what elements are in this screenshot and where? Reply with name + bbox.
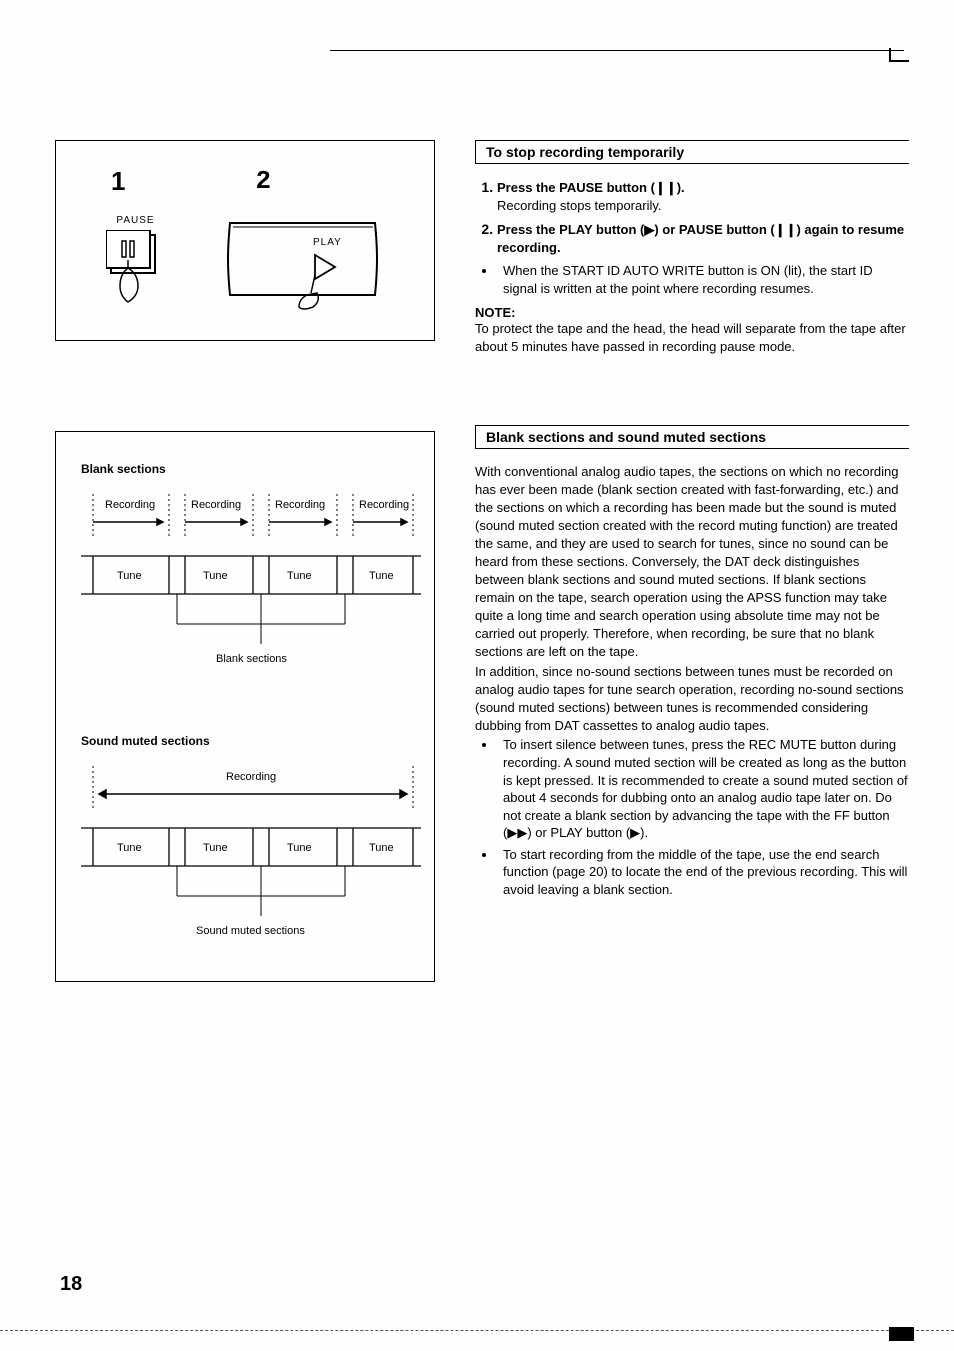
figure-pause-play: 1 2 PAUSE	[55, 140, 435, 341]
section2-heading: Blank sections and sound muted sections	[475, 425, 909, 449]
step2-bold: Press the PLAY button (▶) or PAUSE butto…	[497, 222, 904, 255]
diagram2-caption: Sound muted sections	[196, 925, 305, 937]
blank-sections-diagram: Recording Recording Recording Recording	[81, 494, 409, 684]
note-body: To protect the tape and the head, the he…	[475, 320, 909, 355]
svg-text:Recording: Recording	[359, 499, 409, 511]
figure-blank-muted-sections: Blank sections	[55, 431, 435, 982]
svg-text:Tune: Tune	[287, 570, 312, 582]
section1-heading: To stop recording temporarily	[475, 140, 909, 164]
sound-muted-diagram: Recording	[81, 766, 409, 956]
play-button-diagram: PLAY	[225, 215, 385, 310]
section2-bullet2: To start recording from the middle of th…	[497, 846, 909, 899]
note-heading: NOTE:	[475, 305, 909, 320]
rec-label: Recording	[105, 499, 155, 511]
play-icon: PLAY	[225, 215, 385, 310]
section2-bullet1: To insert silence between tunes, press t…	[497, 736, 909, 841]
diagram1-caption: Blank sections	[216, 653, 287, 665]
bottom-rule	[0, 1330, 954, 1331]
svg-text:Tune: Tune	[369, 842, 394, 854]
step-number-2: 2	[255, 166, 271, 197]
section2-bullets: To insert silence between tunes, press t…	[475, 736, 909, 898]
svg-text:Tune: Tune	[203, 570, 228, 582]
left-column: 1 2 PAUSE	[55, 140, 435, 1072]
svg-text:Recording: Recording	[275, 499, 325, 511]
svg-text:Recording: Recording	[226, 771, 276, 783]
two-column-layout: 1 2 PAUSE	[55, 140, 909, 1072]
crop-mark-icon	[889, 48, 909, 62]
svg-text:Tune: Tune	[117, 570, 142, 582]
diagram1-title: Blank sections	[81, 462, 409, 476]
diagram2-title: Sound muted sections	[81, 734, 409, 748]
step-1: Press the PAUSE button (❙❙). Recording s…	[497, 178, 909, 214]
step1-bold: Press the PAUSE button (❙❙).	[497, 180, 685, 195]
crop-mark-icon	[889, 1327, 914, 1341]
manual-page: 1 2 PAUSE	[0, 0, 954, 1351]
step-2: Press the PLAY button (▶) or PAUSE butto…	[497, 220, 909, 256]
svg-text:Tune: Tune	[369, 570, 394, 582]
section2-para2: In addition, since no-sound sections bet…	[475, 663, 909, 735]
section1-bullets: When the START ID AUTO WRITE button is O…	[475, 262, 909, 297]
page-number: 18	[60, 1273, 82, 1296]
pause-button-diagram: PAUSE	[106, 215, 166, 305]
step-number-1: 1	[111, 166, 125, 197]
right-column: To stop recording temporarily Press the …	[475, 140, 909, 1072]
svg-text:Tune: Tune	[203, 842, 228, 854]
section1-steps: Press the PAUSE button (❙❙). Recording s…	[475, 178, 909, 256]
section2-para1: With conventional analog audio tapes, th…	[475, 463, 909, 660]
play-label-text: PLAY	[313, 237, 342, 248]
step1-body: Recording stops temporarily.	[497, 198, 662, 213]
svg-text:Recording: Recording	[191, 499, 241, 511]
svg-text:Tune: Tune	[117, 842, 142, 854]
svg-text:Tune: Tune	[287, 842, 312, 854]
pause-icon	[106, 230, 166, 305]
pause-label: PAUSE	[106, 215, 166, 226]
section1-bullet1: When the START ID AUTO WRITE button is O…	[497, 262, 909, 297]
horizontal-rule	[330, 50, 904, 51]
figure-step-numbers: 1 2	[76, 166, 414, 197]
